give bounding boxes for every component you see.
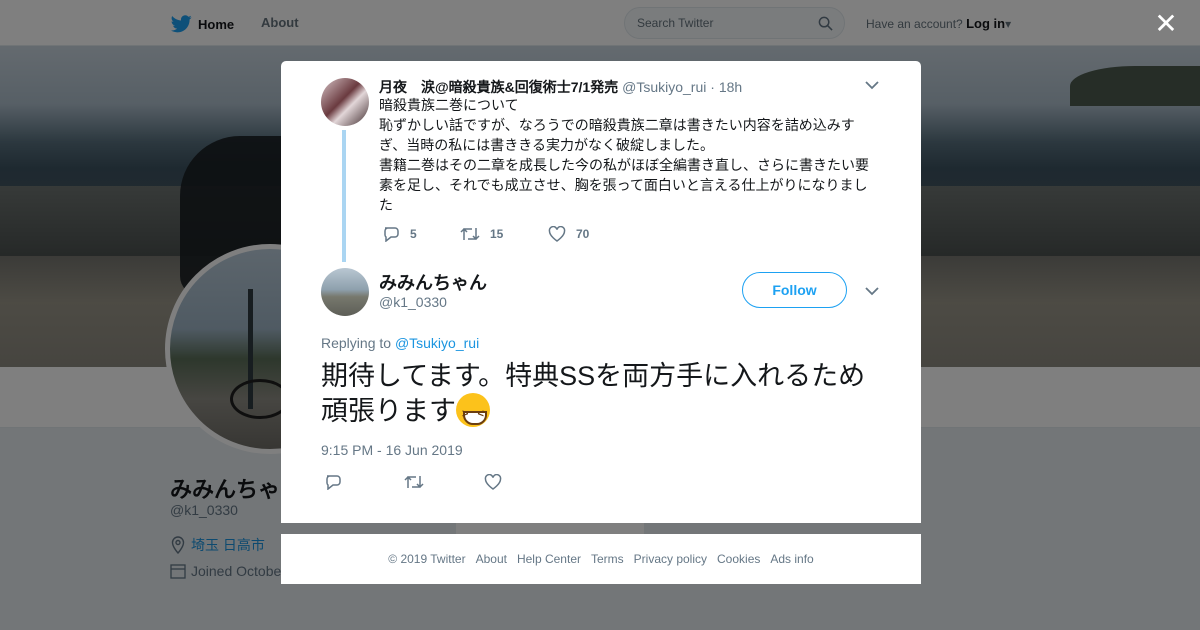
reply-icon [326,475,341,491]
like-icon [548,226,566,242]
like-button[interactable] [484,473,564,495]
main-tweet-avatar[interactable] [321,268,369,316]
footer-cookies[interactable]: Cookies [717,552,760,566]
footer-copyright: © 2019 Twitter [388,552,466,566]
like-icon [484,473,502,490]
modal-footer: © 2019 Twitter About Help Center Terms P… [281,534,921,584]
replying-to-link[interactable]: @Tsukiyo_rui [395,335,479,351]
retweet-icon [404,475,424,489]
parent-tweet-time[interactable]: · 18h [710,79,742,95]
reply-count: 5 [410,227,417,241]
main-tweet-text: 期待してます。特典SSを両方手に入れるため頑張ります [321,359,881,431]
replying-to: Replying to @Tsukiyo_rui [321,335,479,351]
parent-tweet-avatar[interactable] [321,78,369,126]
parent-tweet-handle[interactable]: @Tsukiyo_rui [622,79,706,95]
chevron-down-icon[interactable] [865,80,879,90]
chevron-down-icon[interactable] [865,286,879,296]
footer-help[interactable]: Help Center [517,552,581,566]
footer-terms[interactable]: Terms [591,552,624,566]
main-tweet-handle[interactable]: @k1_0330 [379,294,447,310]
like-count: 70 [576,227,590,241]
reply-button[interactable] [324,474,404,495]
parent-tweet-header: 月夜 涙@暗殺貴族&回復術士7/1発売 @Tsukiyo_rui · 18h [379,77,742,97]
like-button[interactable]: 70 [548,226,589,242]
main-tweet-timestamp[interactable]: 9:15 PM - 16 Jun 2019 [321,442,463,458]
reply-icon [384,227,399,242]
main-tweet-name[interactable]: みみんちゃん [379,269,487,295]
main-tweet-text-body: 期待してます。特典SSを両方手に入れるため頑張ります [321,361,866,426]
replying-prefix: Replying to [321,335,392,351]
reply-button[interactable]: 5 [382,226,460,242]
main-tweet-actions [324,473,564,495]
parent-tweet-name[interactable]: 月夜 涙@暗殺貴族&回復術士7/1発売 [379,79,618,95]
parent-tweet-text-body: 暗殺貴族二巻について 恥ずかしい話ですが、なろうでの暗殺貴族二章は書きたい内容を… [379,97,869,213]
footer-ads[interactable]: Ads info [770,552,813,566]
parent-tweet-actions: 5 15 70 [382,226,589,242]
follow-button[interactable]: Follow [742,272,847,308]
retweet-button[interactable] [404,474,484,495]
retweet-button[interactable]: 15 [460,226,548,242]
tweet-modal: 月夜 涙@暗殺貴族&回復術士7/1発売 @Tsukiyo_rui · 18h 暗… [281,61,921,523]
thread-line [342,130,346,262]
parent-tweet-text: 暗殺貴族二巻について 恥ずかしい話ですが、なろうでの暗殺貴族二章は書きたい内容を… [379,95,879,215]
grinning-squinting-face-icon [456,393,490,431]
retweet-icon [460,227,480,241]
retweet-count: 15 [490,227,504,241]
footer-privacy[interactable]: Privacy policy [634,552,707,566]
footer-about[interactable]: About [476,552,507,566]
close-icon[interactable]: ✕ [1154,10,1178,38]
